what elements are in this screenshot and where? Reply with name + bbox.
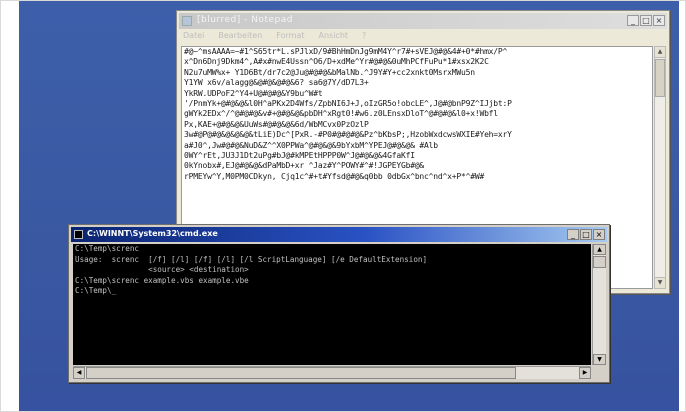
close-button[interactable]: × xyxy=(593,229,605,240)
scroll-down-arrow-icon[interactable]: ▼ xyxy=(655,277,665,288)
text-line: N2u7uMW%x+ Y1D6Bt/dr7c2@Ju@#@#@&bMalNb.^… xyxy=(184,67,475,77)
menu-format[interactable]: Format xyxy=(274,31,306,45)
text-line: 0WY^rEt,JU3J1Dt2uPg#bJ@#kMPEtHPPP0W^J@#@… xyxy=(184,151,415,161)
text-line: 0kYnobx#,EJ@#@&@&dPaMbD+xr ^Jaz#Y^POWY#^… xyxy=(184,161,425,171)
console-app-icon xyxy=(74,230,83,239)
notepad-vertical-scrollbar[interactable]: ▲ ▼ xyxy=(654,46,666,289)
minimize-button[interactable]: _ xyxy=(627,15,639,26)
scroll-thumb[interactable] xyxy=(593,256,606,268)
scroll-thumb[interactable] xyxy=(86,367,516,379)
close-button[interactable]: × xyxy=(653,15,665,26)
notepad-menubar: Datei Bearbeiten Format Ansicht ? xyxy=(181,31,368,45)
scroll-up-arrow-icon[interactable]: ▲ xyxy=(655,47,665,58)
text-line: Px,KAE+@#@&@&UuWs#@#@&@&6d/WbMCvx0PzOzlP xyxy=(184,119,369,129)
notepad-titlebar[interactable]: [blurred] - Notepad _ □ × xyxy=(179,13,667,29)
scroll-thumb[interactable] xyxy=(655,59,665,97)
console-line: Usage: screnc [/f] [/l] [/f] [/l] [/l Sc… xyxy=(75,254,428,264)
console-vertical-scrollbar[interactable]: ▲ ▼ xyxy=(592,244,606,365)
text-line: 3w#@P@#@&@&@&@&tLiE)Dc^[PxR.-#P0#@#@#@&P… xyxy=(184,130,512,140)
console-title: C:\WINNT\System32\cmd.exe xyxy=(87,229,218,238)
text-line: YkRW.UDPoF2^Y4+U@#@#@&Y9bu^W#t xyxy=(184,88,323,98)
text-line: rPMEYw^Y,M0PM0CDkyn, Cjq1c^#+t#Yfsd@#@&q… xyxy=(184,171,485,181)
console-line: C:\Temp\_ xyxy=(75,286,117,295)
minimize-button[interactable]: _ xyxy=(567,229,579,240)
scroll-right-arrow-icon[interactable]: ▶ xyxy=(579,367,591,379)
scroll-up-arrow-icon[interactable]: ▲ xyxy=(593,244,606,255)
scroll-down-arrow-icon[interactable]: ▼ xyxy=(593,354,606,365)
notepad-window-controls: _ □ × xyxy=(627,15,665,26)
text-line: x^Dn6Dnj9Dkm4^,A#x#nwE4Ussn^O6/D+xdMe^Yr… xyxy=(184,57,489,67)
maximize-button[interactable]: □ xyxy=(640,15,652,26)
maximize-button[interactable]: □ xyxy=(580,229,592,240)
console-horizontal-scrollbar[interactable]: ◀ ▶ xyxy=(73,366,591,379)
notepad-app-icon xyxy=(182,16,192,26)
text-line: #@~^msAAAA=~#1^S65tr*L.sPJlxD/9#BhHmDnJg… xyxy=(184,47,508,56)
resize-grip-icon[interactable] xyxy=(592,366,606,379)
notepad-title: [blurred] - Notepad xyxy=(197,15,293,25)
menu-file[interactable]: Datei xyxy=(181,31,206,45)
menu-view[interactable]: Ansicht xyxy=(317,31,351,45)
scroll-left-arrow-icon[interactable]: ◀ xyxy=(73,367,85,379)
menu-help[interactable]: ? xyxy=(360,31,368,45)
console-titlebar[interactable]: C:\WINNT\System32\cmd.exe _ □ × xyxy=(71,227,607,242)
menu-edit[interactable]: Bearbeiten xyxy=(216,31,264,45)
console-line: C:\Temp\screnc example.vbs example.vbe xyxy=(75,275,249,285)
console-output[interactable]: C:\Temp\screnc Usage: screnc [/f] [/l] [… xyxy=(73,244,591,365)
console-line: C:\Temp\screnc xyxy=(75,244,140,253)
text-line: a#J0^,Jw#@#@&NuD&Z^^X0PPWa^@#@&@&9bYxbM^… xyxy=(184,140,438,150)
text-line: '/PnmYk+@#@&@&l0H^aPKx2D4Wfs/ZpbNI6J+J,o… xyxy=(184,99,512,109)
text-line: Y1YW x6v/alagg@&@#@&@#@&6? sa6@7Y/dD7L3+ xyxy=(184,78,369,88)
console-window[interactable]: C:\WINNT\System32\cmd.exe _ □ × C:\Temp\… xyxy=(68,224,610,383)
console-line: <source> <destination> xyxy=(75,265,249,274)
text-line: gWYk2EDx^/^@#@#@&v#+@#@&@&pbDH^xRgt0!#w6… xyxy=(184,109,498,119)
console-window-controls: _ □ × xyxy=(567,229,605,240)
